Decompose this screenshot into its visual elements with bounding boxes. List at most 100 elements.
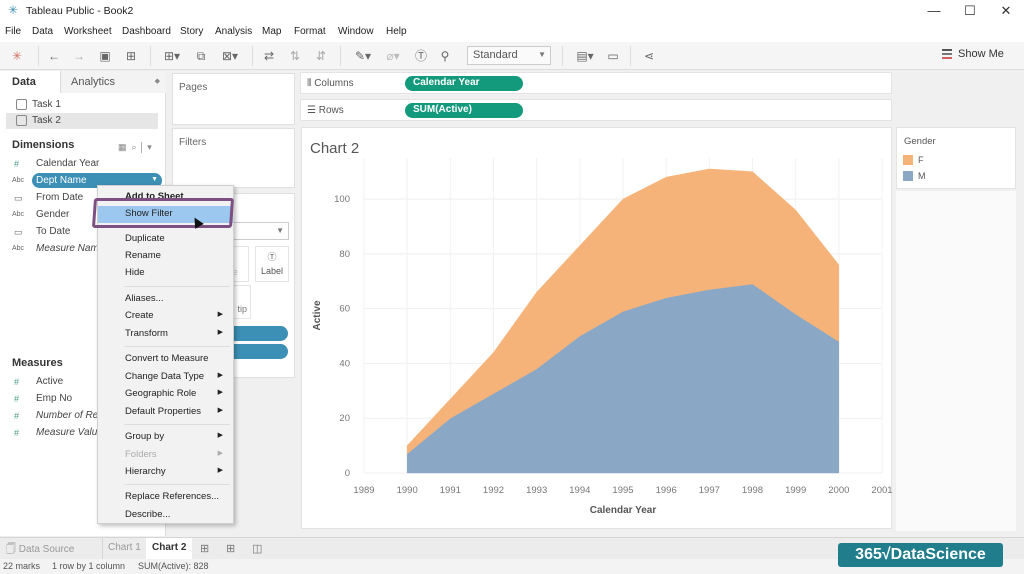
- menu-item-describe[interactable]: Describe...: [98, 507, 233, 524]
- number-icon: #: [14, 394, 20, 404]
- new-dashboard-icon[interactable]: ⊞: [226, 542, 235, 555]
- minimize-button[interactable]: —: [916, 2, 952, 20]
- fix-axes-icon[interactable]: ⚲: [436, 47, 454, 65]
- new-story-icon[interactable]: ◫: [252, 542, 262, 555]
- tab-data[interactable]: Data: [0, 71, 60, 93]
- share-icon[interactable]: ⋖: [640, 47, 658, 65]
- new-worksheet-icon[interactable]: ⊞▾: [158, 47, 186, 65]
- menu-item-hide[interactable]: Hide: [98, 265, 233, 282]
- sort-descending-icon[interactable]: ⇵: [312, 47, 330, 65]
- menu-item-rename[interactable]: Rename: [98, 248, 233, 265]
- menu-item-replace-references[interactable]: Replace References...: [98, 489, 233, 506]
- sort-ascending-icon[interactable]: ⇅: [286, 47, 304, 65]
- rows-shelf[interactable]: ☰ Rows SUM(Active): [300, 99, 892, 121]
- data-pane-tabs: Data Analytics ◆: [0, 71, 166, 93]
- menu-format[interactable]: Format: [294, 26, 326, 37]
- filters-card[interactable]: Filters: [172, 128, 295, 188]
- maximize-button[interactable]: ☐: [952, 2, 988, 20]
- chevron-down-icon[interactable]: ▼: [151, 176, 158, 183]
- field-label: Emp No: [36, 393, 73, 404]
- undo-icon[interactable]: ←: [45, 47, 63, 65]
- fit-select-value: Standard: [473, 49, 518, 61]
- pages-card[interactable]: Pages: [172, 73, 295, 125]
- x-tick-label: 1993: [526, 485, 547, 496]
- search-icon[interactable]: ⌕: [132, 142, 137, 152]
- menu-item-create[interactable]: Create ▶: [98, 308, 233, 325]
- field-label: To Date: [36, 226, 71, 237]
- toolbar-separator: [562, 46, 563, 66]
- submenu-arrow-icon: ▶: [217, 329, 223, 336]
- measures-title: Measures: [12, 357, 63, 369]
- columns-label-text: Columns: [314, 78, 354, 89]
- save-icon[interactable]: ▣: [96, 47, 114, 65]
- highlight-icon[interactable]: ✎▾: [350, 47, 376, 65]
- collapse-icon[interactable]: ◆: [155, 77, 160, 85]
- menu-dashboard[interactable]: Dashboard: [122, 26, 171, 37]
- menu-data[interactable]: Data: [32, 26, 53, 37]
- tab-analytics-label: Analytics: [71, 76, 116, 88]
- redo-icon[interactable]: →: [70, 47, 88, 65]
- x-tick-label: 1999: [785, 485, 806, 496]
- show-me-button[interactable]: Show Me: [942, 48, 1004, 60]
- menu-item-transform[interactable]: Transform ▶: [98, 326, 233, 343]
- presentation-mode-icon[interactable]: ▭: [604, 47, 622, 65]
- menu-item-hierarchy[interactable]: Hierarchy ▶: [98, 464, 233, 481]
- x-tick-label: 1991: [440, 485, 461, 496]
- menu-window[interactable]: Window: [338, 26, 374, 37]
- menu-file[interactable]: File: [5, 26, 21, 37]
- new-worksheet-icon[interactable]: ⊞: [200, 542, 209, 555]
- tab-chart-2[interactable]: Chart 2: [146, 538, 193, 559]
- menu-item-label: Geographic Role: [125, 388, 197, 399]
- tableau-home-icon[interactable]: ✳: [8, 47, 26, 65]
- data-source-item[interactable]: Task 2: [6, 113, 158, 129]
- menu-help[interactable]: Help: [386, 26, 407, 37]
- submenu-arrow-icon: ▶: [217, 407, 223, 414]
- menu-worksheet[interactable]: Worksheet: [64, 26, 112, 37]
- close-button[interactable]: ✕: [988, 2, 1024, 20]
- data-source-icon: [16, 115, 27, 126]
- menu-item-default-properties[interactable]: Default Properties ▶: [98, 404, 233, 421]
- columns-pill[interactable]: Calendar Year: [405, 76, 523, 91]
- show-me-icon: [942, 49, 952, 60]
- field-label: From Date: [36, 192, 84, 203]
- menu-map[interactable]: Map: [262, 26, 281, 37]
- submenu-arrow-icon: ▶: [217, 372, 223, 379]
- menu-item-change-data-type[interactable]: Change Data Type ▶: [98, 369, 233, 386]
- menu-separator: [124, 484, 230, 485]
- menu-story[interactable]: Story: [180, 26, 203, 37]
- menu-analysis[interactable]: Analysis: [215, 26, 252, 37]
- view-icon[interactable]: ▦: [118, 142, 127, 152]
- tab-analytics[interactable]: Analytics ◆: [60, 71, 166, 93]
- area-chart[interactable]: 0 20 40 60 80 100 1989 1990 1991 1992 1993 1994 1995…: [302, 128, 893, 530]
- menu-item-convert-to-measure[interactable]: Convert to Measure: [98, 351, 233, 368]
- label-button[interactable]: Ⓣ Label: [255, 246, 289, 282]
- columns-shelf[interactable]: ⦀ Columns Calendar Year: [300, 72, 892, 94]
- new-data-source-icon[interactable]: ⊞: [122, 47, 140, 65]
- menu-item-group-by[interactable]: Group by ▶: [98, 429, 233, 446]
- show-mark-labels-icon[interactable]: Ⓣ: [412, 47, 430, 65]
- menu-item-aliases[interactable]: Aliases...: [98, 291, 233, 308]
- data-source-icon: [16, 99, 27, 110]
- x-tick-label: 1989: [353, 485, 374, 496]
- duplicate-sheet-icon[interactable]: ⧉: [192, 47, 210, 65]
- show-me-label: Show Me: [958, 48, 1004, 60]
- chart-view: Chart 2 0 20 40 60 80 100 1989 1990 1991 1992 1993…: [301, 127, 893, 530]
- group-members-icon[interactable]: ⌀▾: [380, 47, 406, 65]
- number-icon: #: [14, 159, 20, 169]
- chevron-down-icon[interactable]: ▾: [147, 142, 152, 152]
- field-calendar-year[interactable]: # Calendar Year: [14, 157, 164, 173]
- tab-chart-1[interactable]: Chart 1: [108, 542, 141, 553]
- menu-item-geographic-role[interactable]: Geographic Role ▶: [98, 386, 233, 403]
- show-cards-icon[interactable]: ▤▾: [570, 47, 600, 65]
- swap-rows-columns-icon[interactable]: ⇄: [260, 47, 278, 65]
- rows-pill[interactable]: SUM(Active): [405, 103, 523, 118]
- data-source-item[interactable]: Task 1: [6, 97, 158, 113]
- menu-item-duplicate[interactable]: Duplicate: [98, 231, 233, 248]
- label-text: Label: [260, 266, 284, 276]
- clear-sheet-icon[interactable]: ⊠▾: [216, 47, 244, 65]
- fit-select[interactable]: Standard ▼: [467, 46, 551, 65]
- legend-swatch: [903, 155, 913, 165]
- y-tick-label: 20: [339, 413, 350, 424]
- tab-data-source[interactable]: 🗍 Data Source: [6, 542, 74, 559]
- status-sum: SUM(Active): 828: [138, 561, 209, 571]
